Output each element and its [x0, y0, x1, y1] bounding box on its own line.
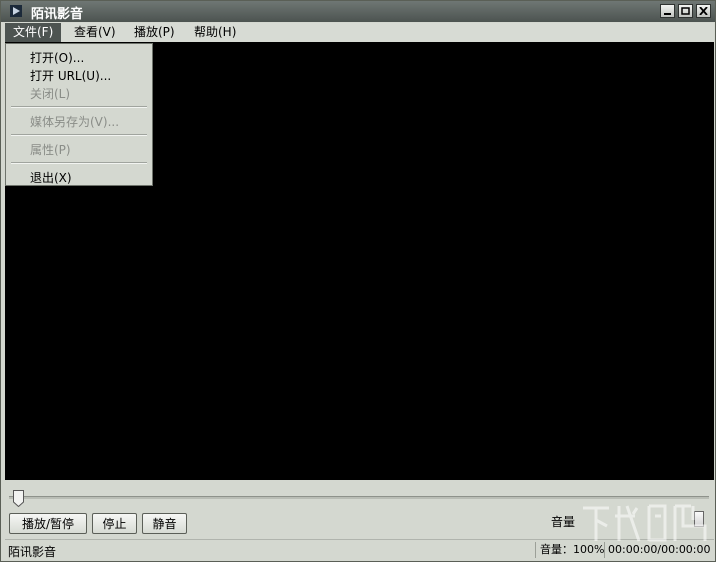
app-icon: [10, 5, 22, 17]
volume-label: 音量: [551, 515, 576, 529]
minimize-button[interactable]: [660, 4, 675, 18]
menu-help[interactable]: 帮助(H): [186, 23, 244, 42]
stop-button[interactable]: 停止: [92, 513, 137, 534]
minimize-icon: [664, 13, 671, 15]
menu-separator: [11, 134, 147, 136]
menu-file[interactable]: 文件(F): [5, 23, 62, 42]
menu-view[interactable]: 查看(V): [66, 23, 124, 42]
file-menu-dropdown: 打开(O)... 打开 URL(U)... 关闭(L) 媒体另存为(V)... …: [5, 43, 153, 186]
close-button[interactable]: [696, 4, 711, 18]
menu-separator: [11, 106, 147, 108]
menu-separator: [11, 162, 147, 164]
maximize-button[interactable]: [678, 4, 693, 18]
window-title: 陌讯影音: [31, 7, 84, 22]
app-window: 陌讯影音 文件(F) 查看(V) 播放(P) 帮助(H) 打开(O)... 打开…: [0, 0, 716, 562]
maximize-icon: [681, 7, 690, 15]
menu-item-open-url[interactable]: 打开 URL(U)...: [30, 67, 111, 84]
menu-item-save-media-as: 媒体另存为(V)...: [30, 115, 120, 129]
menu-item-exit[interactable]: 退出(X): [30, 169, 72, 186]
menu-bar: 文件(F) 查看(V) 播放(P) 帮助(H): [5, 23, 714, 42]
menu-play[interactable]: 播放(P): [126, 23, 183, 42]
menu-item-properties: 属性(P): [30, 143, 71, 157]
mute-button[interactable]: 静音: [142, 513, 187, 534]
close-icon: [699, 7, 708, 15]
status-app-name: 陌讯影音: [8, 545, 57, 559]
menu-item-open[interactable]: 打开(O)...: [30, 49, 84, 66]
watermark-logo: [583, 504, 707, 542]
menu-item-close: 关闭(L): [30, 87, 71, 101]
play-pause-button[interactable]: 播放/暂停: [9, 513, 87, 534]
seek-thumb[interactable]: [13, 490, 24, 507]
title-bar[interactable]: 陌讯影音: [1, 1, 715, 22]
